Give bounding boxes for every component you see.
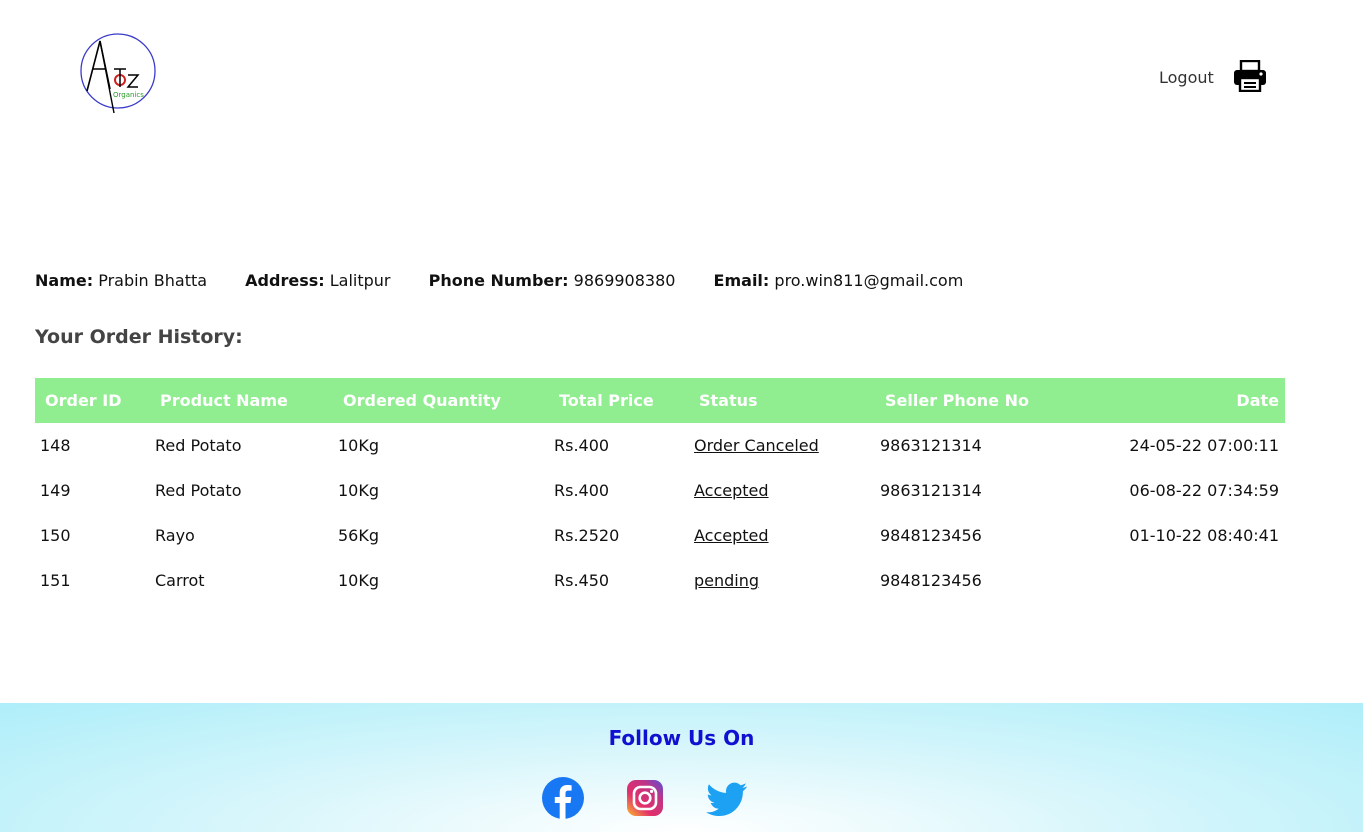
col-date: Date <box>1236 391 1279 410</box>
status-link[interactable]: Accepted <box>694 481 769 500</box>
svg-text:Organics: Organics <box>113 91 144 99</box>
price-cell: Rs.400 <box>554 481 610 500</box>
order-history-table: Order ID Product Name Ordered Quantity T… <box>35 378 1285 603</box>
order-id-cell: 149 <box>40 481 71 500</box>
date-cell <box>1095 558 1285 603</box>
col-seller-phone: Seller Phone No <box>885 391 1029 410</box>
price-cell: Rs.450 <box>554 571 610 590</box>
price-cell: Rs.2520 <box>554 526 620 545</box>
seller-phone-cell: 9863121314 <box>880 481 982 500</box>
user-email: Email: pro.win811@gmail.com <box>714 271 964 290</box>
col-ordered-quantity: Ordered Quantity <box>343 391 501 410</box>
date-cell: 01-10-22 08:40:41 <box>1129 526 1279 545</box>
status-cell: pending <box>689 558 875 603</box>
quantity-cell: 10Kg <box>338 481 380 500</box>
seller-phone-cell: 9848123456 <box>880 571 982 590</box>
status-link[interactable]: pending <box>694 571 759 590</box>
seller-phone-cell: 9863121314 <box>880 436 982 455</box>
product-name-cell: Red Potato <box>155 481 242 500</box>
printer-icon[interactable] <box>1233 60 1267 92</box>
quantity-cell: 10Kg <box>338 571 380 590</box>
table-header-row: Order ID Product Name Ordered Quantity T… <box>35 378 1285 423</box>
table-row: 148 Red Potato 10Kg Rs.400 Order Cancele… <box>35 423 1285 468</box>
order-id-cell: 150 <box>40 526 71 545</box>
product-name-cell: Carrot <box>155 571 205 590</box>
twitter-icon[interactable] <box>705 776 749 820</box>
site-footer: Follow Us On <box>0 703 1363 832</box>
follow-us-heading: Follow Us On <box>608 726 755 750</box>
user-info: Name: Prabin Bhatta Address: Lalitpur Ph… <box>35 271 996 290</box>
col-total-price: Total Price <box>559 391 654 410</box>
table-row: 151 Carrot 10Kg Rs.450 pending 984812345… <box>35 558 1285 603</box>
quantity-cell: 10Kg <box>338 436 380 455</box>
site-header: Organics Logout <box>0 0 1363 150</box>
status-cell: Accepted <box>689 513 875 558</box>
date-cell: 24-05-22 07:00:11 <box>1129 436 1279 455</box>
phone-value: 9869908380 <box>573 271 676 290</box>
status-cell: Accepted <box>689 468 875 513</box>
instagram-icon[interactable] <box>626 779 664 817</box>
status-link[interactable]: Order Canceled <box>694 436 819 455</box>
price-cell: Rs.400 <box>554 436 610 455</box>
user-name: Name: Prabin Bhatta <box>35 271 207 290</box>
table-row: 150 Rayo 56Kg Rs.2520 Accepted 984812345… <box>35 513 1285 558</box>
col-product-name: Product Name <box>160 391 288 410</box>
table-row: 149 Red Potato 10Kg Rs.400 Accepted 9863… <box>35 468 1285 513</box>
user-address: Address: Lalitpur <box>245 271 390 290</box>
date-cell: 06-08-22 07:34:59 <box>1129 481 1279 500</box>
phone-label: Phone Number: <box>428 271 569 290</box>
logout-link[interactable]: Logout <box>1159 68 1214 87</box>
user-phone: Phone Number: 9869908380 <box>429 271 676 290</box>
facebook-icon[interactable] <box>541 776 585 820</box>
quantity-cell: 56Kg <box>338 526 380 545</box>
address-value: Lalitpur <box>329 271 391 290</box>
status-cell: Order Canceled <box>689 423 875 468</box>
order-id-cell: 151 <box>40 571 71 590</box>
product-name-cell: Red Potato <box>155 436 242 455</box>
email-label: Email: <box>713 271 770 290</box>
col-order-id: Order ID <box>45 391 122 410</box>
name-label: Name: <box>35 271 94 290</box>
seller-phone-cell: 9848123456 <box>880 526 982 545</box>
email-value: pro.win811@gmail.com <box>774 271 964 290</box>
col-status: Status <box>699 391 758 410</box>
address-label: Address: <box>245 271 325 290</box>
name-value: Prabin Bhatta <box>98 271 208 290</box>
status-link[interactable]: Accepted <box>694 526 769 545</box>
order-id-cell: 148 <box>40 436 71 455</box>
order-history-title: Your Order History: <box>35 326 243 348</box>
atoz-organics-logo[interactable]: Organics <box>80 31 158 115</box>
product-name-cell: Rayo <box>155 526 195 545</box>
